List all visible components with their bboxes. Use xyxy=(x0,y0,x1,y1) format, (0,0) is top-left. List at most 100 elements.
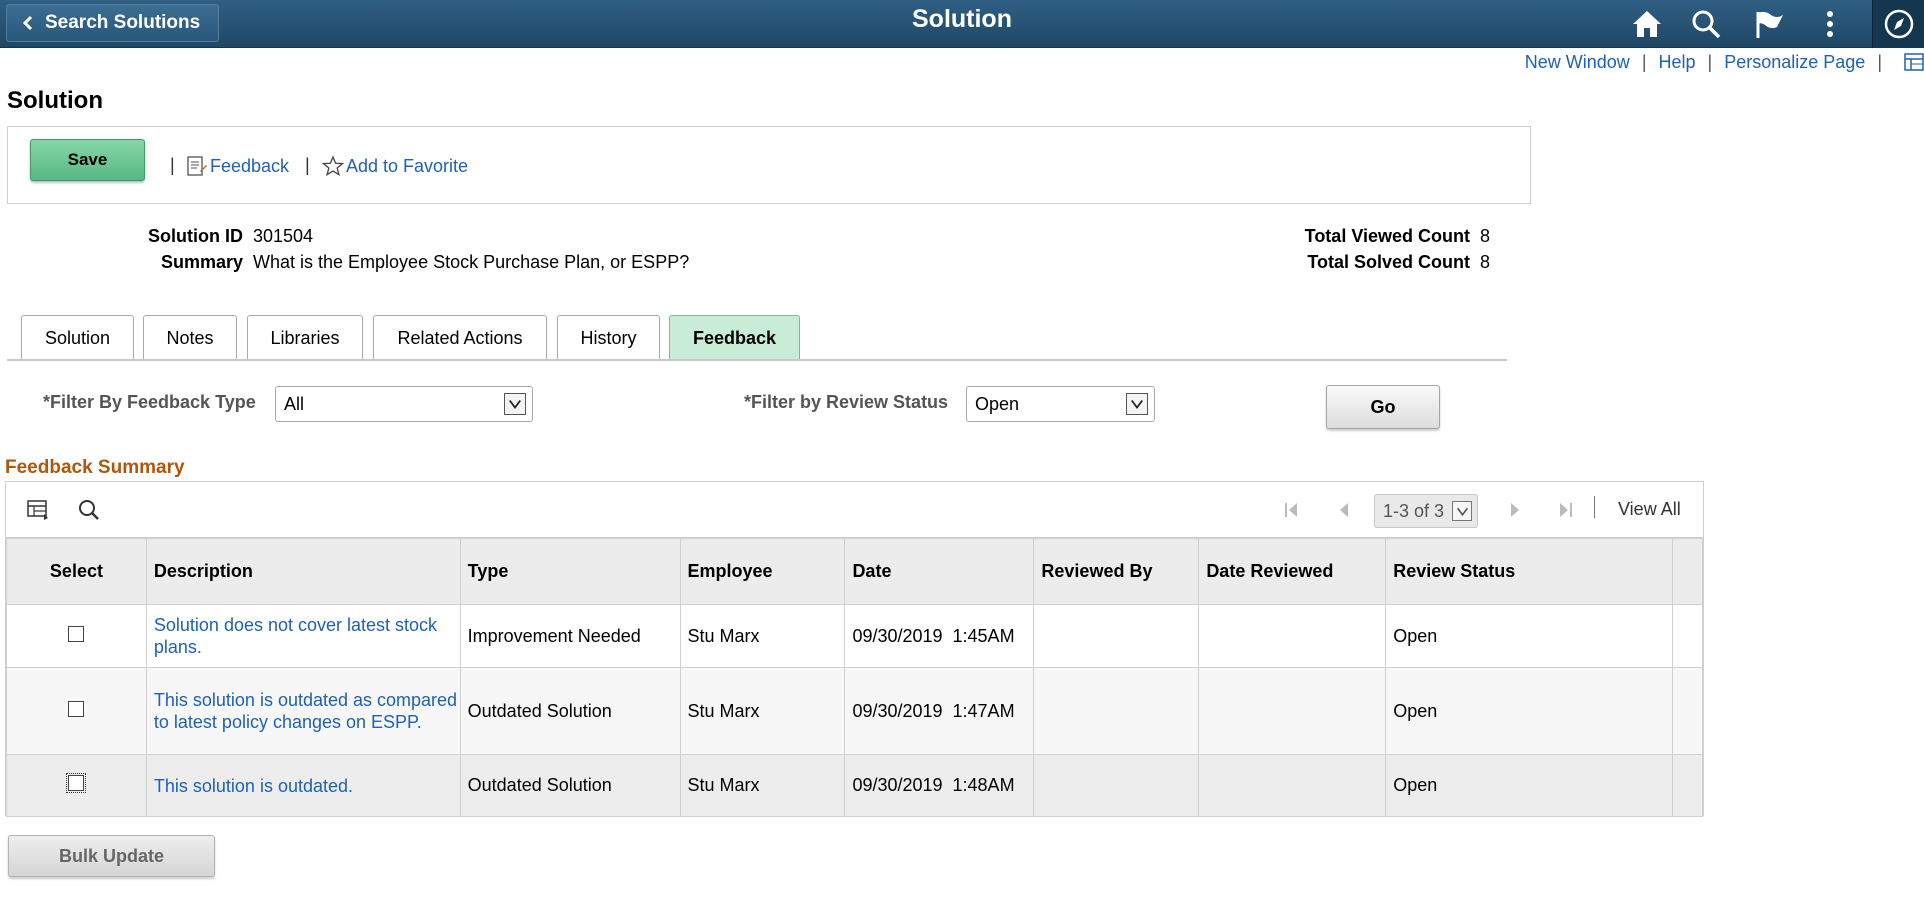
add-to-favorite-link[interactable]: Add to Favorite xyxy=(322,155,468,177)
first-page-icon[interactable] xyxy=(1282,500,1302,520)
page-toolbar: Save | Feedback | Add to Favorite xyxy=(7,126,1531,204)
row-range-select[interactable]: 1-3 of 3 xyxy=(1374,494,1478,528)
summary-label: Summary xyxy=(160,252,243,272)
navbar-button[interactable] xyxy=(1872,0,1924,48)
feedback-link[interactable]: Feedback xyxy=(186,155,289,177)
table-header-row: Select Description Type Employee Date Re… xyxy=(6,538,1704,605)
page-layout-icon[interactable] xyxy=(1904,53,1924,71)
search-icon[interactable] xyxy=(1688,6,1724,42)
review-status-value: Open xyxy=(975,393,1020,414)
navbar-icon xyxy=(1884,9,1914,39)
tab-libraries[interactable]: Libraries xyxy=(247,315,363,361)
table-row: This solution is outdated as compared to… xyxy=(6,667,1704,755)
more-icon[interactable] xyxy=(1812,6,1848,42)
tab-history[interactable]: History xyxy=(557,315,660,361)
column-header-date: Date xyxy=(844,538,1035,605)
column-header-select: Select xyxy=(6,538,147,605)
tab-related-actions[interactable]: Related Actions xyxy=(373,315,547,361)
new-window-link[interactable]: New Window xyxy=(1525,52,1630,73)
select-cell xyxy=(6,754,147,817)
row-select-checkbox[interactable] xyxy=(68,700,85,717)
date-reviewed-cell xyxy=(1198,604,1387,668)
employee-cell: Stu Marx xyxy=(679,754,846,817)
solution-id-label: Solution ID xyxy=(148,226,243,246)
bulk-update-button[interactable]: Bulk Update xyxy=(8,835,215,877)
grid-toolbar: 1-3 of 3 View All xyxy=(6,482,1703,538)
total-solved-count-label: Total Solved Count xyxy=(1307,252,1470,272)
top-banner: Search Solutions Solution xyxy=(0,0,1924,48)
table-row: This solution is outdated. Outdated Solu… xyxy=(6,754,1704,817)
description-link[interactable]: This solution is outdated as compared to… xyxy=(145,667,461,755)
total-solved-count-value: 8 xyxy=(1480,252,1491,272)
column-header-date-reviewed: Date Reviewed xyxy=(1198,538,1387,605)
save-button[interactable]: Save xyxy=(30,139,145,181)
date-cell: 09/30/2019 1:47AM xyxy=(844,667,1035,755)
column-header-review-status: Review Status xyxy=(1385,538,1673,605)
column-header-extra xyxy=(1671,538,1704,605)
table-row: Solution does not cover latest stock pla… xyxy=(6,604,1704,668)
filter-feedback-type-label: *Filter By Feedback Type xyxy=(43,392,256,412)
summary-value: What is the Employee Stock Purchase Plan… xyxy=(253,252,690,272)
tab-notes[interactable]: Notes xyxy=(143,315,237,361)
view-all-separator xyxy=(1594,496,1595,518)
add-to-favorite-label: Add to Favorite xyxy=(346,155,469,176)
home-icon[interactable] xyxy=(1629,6,1665,42)
feedback-icon xyxy=(187,156,207,176)
feedback-table: Select Description Type Employee Date Re… xyxy=(6,538,1704,817)
description-link[interactable]: Solution does not cover latest stock pla… xyxy=(145,604,461,668)
last-page-icon[interactable] xyxy=(1555,500,1575,520)
review-status-cell: Open xyxy=(1385,667,1673,755)
view-all-link[interactable]: View All xyxy=(1618,499,1681,520)
column-header-employee: Employee xyxy=(679,538,846,605)
reviewed-by-cell xyxy=(1033,604,1200,668)
column-header-type: Type xyxy=(459,538,681,605)
total-viewed-count-label: Total Viewed Count xyxy=(1304,226,1470,246)
toolbar-separator: | xyxy=(305,155,310,175)
extra-cell xyxy=(1671,754,1704,817)
date-reviewed-cell xyxy=(1198,667,1387,755)
util-separator: | xyxy=(1707,51,1713,72)
row-range-value: 1-3 of 3 xyxy=(1383,500,1445,521)
chevron-down-icon xyxy=(1126,393,1148,415)
next-page-icon[interactable] xyxy=(1505,500,1525,520)
description-link[interactable]: This solution is outdated. xyxy=(145,754,461,817)
personalize-grid-icon[interactable] xyxy=(26,498,50,522)
employee-cell: Stu Marx xyxy=(679,667,846,755)
tab-feedback[interactable]: Feedback xyxy=(669,315,800,361)
personalize-page-link[interactable]: Personalize Page xyxy=(1724,52,1865,73)
feedback-link-label: Feedback xyxy=(210,155,290,176)
extra-cell xyxy=(1671,667,1704,755)
row-select-checkbox[interactable] xyxy=(68,625,85,642)
date-reviewed-cell xyxy=(1198,754,1387,817)
utility-links: New Window | Help | Personalize Page | xyxy=(1525,51,1924,73)
previous-page-icon[interactable] xyxy=(1334,500,1354,520)
column-header-description: Description xyxy=(145,538,461,605)
extra-cell xyxy=(1671,604,1704,668)
feedback-type-select[interactable]: All xyxy=(275,386,533,422)
reviewed-by-cell xyxy=(1033,667,1200,755)
util-separator: | xyxy=(1877,51,1882,72)
tabs-divider xyxy=(7,359,1507,361)
review-status-select[interactable]: Open xyxy=(966,386,1155,422)
util-separator: | xyxy=(1641,51,1647,72)
star-icon xyxy=(322,155,344,177)
go-button[interactable]: Go xyxy=(1326,385,1440,429)
select-cell xyxy=(6,604,147,668)
help-link[interactable]: Help xyxy=(1659,52,1696,73)
select-cell xyxy=(6,667,147,755)
tab-solution[interactable]: Solution xyxy=(21,315,134,361)
row-select-checkbox[interactable] xyxy=(66,773,87,793)
review-status-cell: Open xyxy=(1385,604,1673,668)
filter-review-status-label: *Filter by Review Status xyxy=(744,392,949,412)
type-cell: Improvement Needed xyxy=(459,604,681,668)
feedback-summary-title: Feedback Summary xyxy=(5,457,185,478)
date-cell: 09/30/2019 1:45AM xyxy=(844,604,1035,668)
chevron-down-icon xyxy=(1452,501,1472,521)
date-cell: 09/30/2019 1:48AM xyxy=(844,754,1035,817)
total-viewed-count-value: 8 xyxy=(1480,226,1491,246)
type-cell: Outdated Solution xyxy=(459,667,681,755)
type-cell: Outdated Solution xyxy=(459,754,681,817)
page-title: Solution xyxy=(7,87,103,114)
grid-search-icon[interactable] xyxy=(77,498,101,522)
flag-icon[interactable] xyxy=(1751,6,1787,42)
